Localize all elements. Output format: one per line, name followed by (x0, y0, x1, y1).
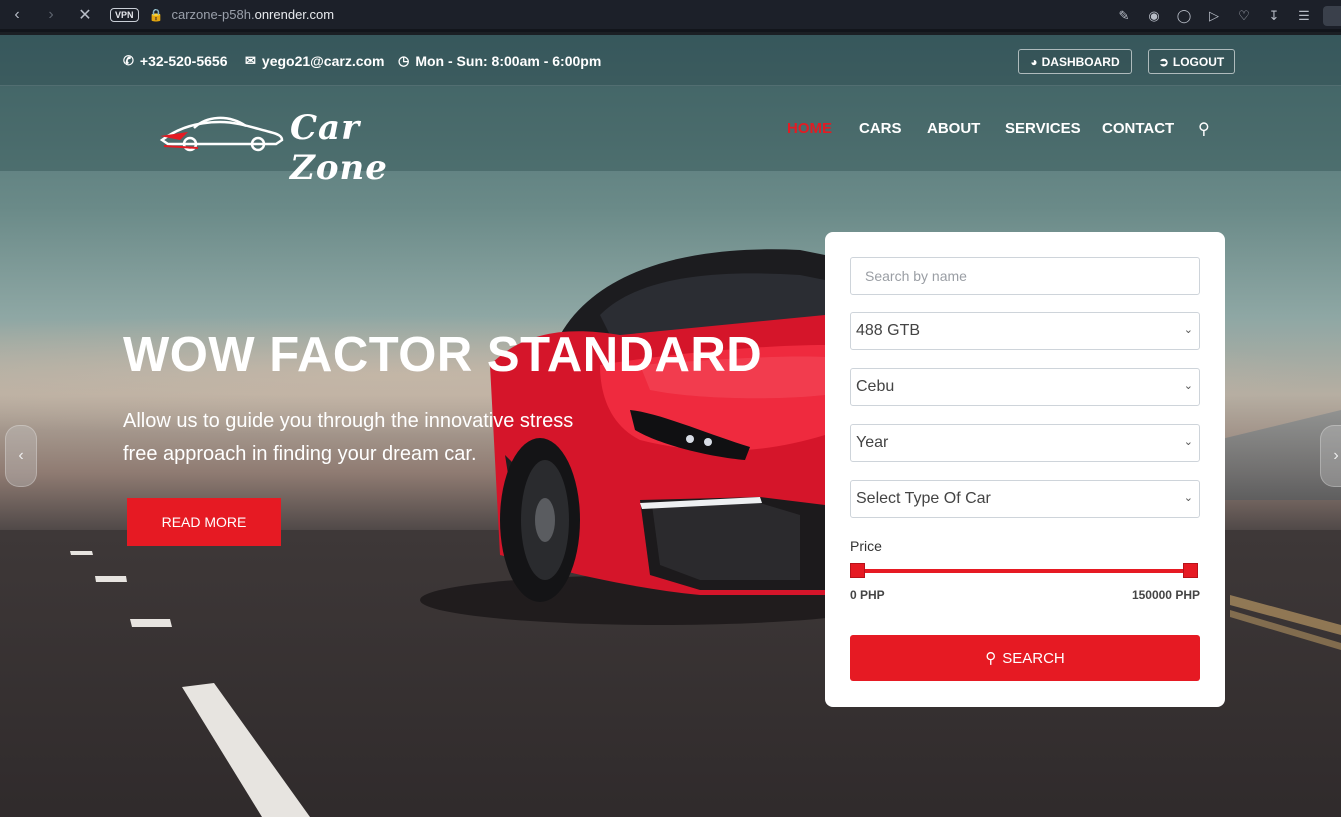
forward-icon[interactable]: › (34, 0, 68, 31)
back-icon[interactable]: ‹ (0, 0, 34, 31)
address-bar[interactable]: carzone-p58h.onrender.com (171, 7, 334, 22)
browser-tools: ✎ ◉ ◯ ▷ ♡ ↧ ☰ (1109, 0, 1341, 32)
download-icon[interactable]: ↧ (1259, 8, 1289, 24)
hero-subtitle: Allow us to guide you through the innova… (123, 410, 574, 465)
search-button[interactable]: ⚲ SEARCH (850, 635, 1200, 681)
chevron-down-icon: ⌄ (1183, 324, 1193, 336)
read-more-button[interactable]: READ MORE (127, 498, 281, 546)
main-header: Car Zone HOME CARS ABOUT SERVICES CONTAC… (0, 86, 1341, 188)
phone-info[interactable]: ✆ +32-520-5656 (123, 53, 227, 69)
price-label: Price (850, 538, 882, 554)
nav-home[interactable]: HOME (787, 120, 832, 137)
stop-loading-icon[interactable]: ✕ (68, 0, 102, 31)
search-name-input[interactable]: Search by name (850, 257, 1200, 295)
nav-cars[interactable]: CARS (859, 120, 902, 137)
edit-icon[interactable]: ✎ (1109, 8, 1139, 24)
send-icon[interactable]: ▷ (1199, 8, 1229, 24)
envelope-icon: ✉ (245, 53, 256, 68)
location-select-value: Cebu (856, 378, 895, 395)
year-select[interactable]: Year ⌄ (850, 424, 1200, 462)
hero-section: ✆ +32-520-5656 ✉ yego21@carz.com ◷ Mon -… (0, 35, 1341, 817)
browser-toolbar: ‹ › ✕ VPN 🔒 carzone-p58h.onrender.com ✎ … (0, 0, 1341, 32)
year-select-value: Year (856, 434, 889, 451)
carousel-prev-icon[interactable]: ‹ (5, 425, 37, 487)
logo-text: Car Zone (290, 108, 388, 188)
phone-number: +32-520-5656 (139, 53, 228, 69)
carousel-next-icon[interactable]: › (1320, 425, 1341, 487)
shield-icon[interactable]: ◯ (1169, 8, 1199, 24)
top-info-bar: ✆ +32-520-5656 ✉ yego21@carz.com ◷ Mon -… (0, 35, 1341, 86)
nav-services[interactable]: SERVICES (1005, 120, 1081, 137)
price-min-handle[interactable] (850, 563, 865, 578)
vpn-badge[interactable]: VPN (110, 7, 139, 22)
price-max-handle[interactable] (1183, 563, 1198, 578)
price-min-value: 0 PHP (850, 588, 885, 602)
opening-hours: Mon - Sun: 8:00am - 6:00pm (415, 53, 602, 69)
price-max-value: 150000 PHP (1131, 588, 1200, 602)
chevron-down-icon: ⌄ (1183, 492, 1193, 504)
phone-icon: ✆ (123, 53, 134, 68)
hero-headline: WOW FACTOR STANDARD (123, 328, 763, 382)
chevron-down-icon: ⌄ (1183, 436, 1193, 448)
url-domain: onrender.com (254, 7, 335, 22)
car-logo-icon (159, 116, 284, 152)
logout-button[interactable]: ➲ LOGOUT (1148, 49, 1235, 74)
nav-about[interactable]: ABOUT (927, 120, 980, 137)
lock-icon[interactable]: 🔒 (149, 8, 164, 22)
chevron-down-icon: ⌄ (1183, 380, 1193, 392)
email-address: yego21@carz.com (261, 53, 385, 69)
logout-label: LOGOUT (1172, 54, 1225, 69)
car-type-select[interactable]: Select Type Of Car ⌄ (850, 480, 1200, 518)
hours-info: ◷ Mon - Sun: 8:00am - 6:00pm (398, 53, 601, 69)
car-type-select-value: Select Type Of Car (856, 490, 991, 507)
price-slider-track[interactable] (856, 569, 1191, 573)
search-icon: ⚲ (985, 650, 997, 667)
site-logo[interactable]: Car Zone (158, 106, 468, 188)
search-icon[interactable]: ⚲ (1198, 119, 1210, 139)
logout-icon: ➲ (1158, 54, 1169, 69)
dashboard-button[interactable]: ◕ DASHBOARD (1018, 49, 1132, 74)
nav-contact[interactable]: CONTACT (1102, 120, 1174, 137)
model-select[interactable]: 488 GTB ⌄ (850, 312, 1200, 350)
clock-icon: ◷ (398, 53, 410, 68)
url-subdomain: carzone-p58h. (171, 7, 255, 22)
model-select-value: 488 GTB (856, 322, 921, 339)
heart-icon[interactable]: ♡ (1229, 8, 1259, 24)
profile-icon[interactable] (1323, 6, 1341, 26)
camera-icon[interactable]: ◉ (1139, 8, 1169, 24)
car-search-panel: Search by name 488 GTB ⌄ Cebu ⌄ Year ⌄ S… (825, 232, 1225, 707)
search-button-label: SEARCH (1002, 649, 1065, 667)
dashboard-icon: ◕ (1030, 54, 1038, 69)
dashboard-label: DASHBOARD (1041, 54, 1120, 69)
email-info[interactable]: ✉ yego21@carz.com (245, 53, 385, 69)
location-select[interactable]: Cebu ⌄ (850, 368, 1200, 406)
menu-icon[interactable]: ☰ (1289, 8, 1319, 24)
